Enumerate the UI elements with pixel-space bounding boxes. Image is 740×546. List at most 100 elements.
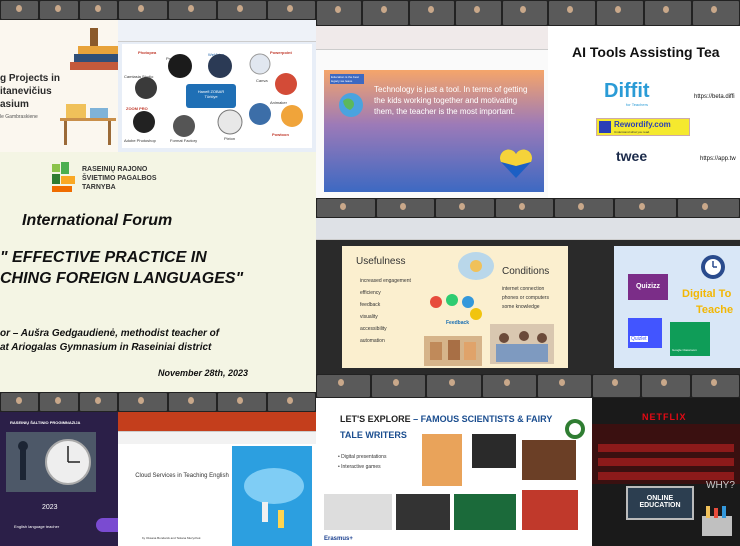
participant-thumb: [372, 375, 426, 397]
participant-strip: [316, 198, 614, 218]
purple-button: [96, 518, 118, 532]
saltinis-year: 2023: [42, 504, 58, 511]
netflix-logo: NETFLIX: [642, 412, 687, 422]
feedback-label: Feedback: [446, 320, 470, 326]
participant-thumb: [218, 1, 266, 19]
browser-toolbar: [614, 218, 740, 240]
explore-title-1: LET'S EXPLORE – FAMOUS SCIENTISTS & FAIR…: [340, 414, 552, 424]
tile-tools-collage: Photopea Prezi WeVideo Powerpoint Camtas…: [118, 0, 316, 152]
rewordify-icon: [599, 121, 611, 133]
forum-logo-line2: ŠVIETIMO PAGALBOS: [82, 175, 157, 182]
project-title-2: itanevičius: [0, 86, 52, 97]
participant-strip: [0, 0, 118, 20]
participant-thumb: [615, 199, 676, 217]
project-title-1: g Projects in: [0, 73, 61, 84]
conditions-heading: Conditions: [502, 266, 550, 277]
participant-strip: [118, 0, 316, 20]
forum-title-2: CHING FOREIGN LANGUAGES": [0, 270, 244, 287]
sign-line2: EDUCATION: [639, 502, 681, 509]
participant-thumb: [168, 393, 216, 411]
participant-strip: [0, 392, 118, 412]
participant-thumb: [502, 1, 548, 25]
why-text: WHY?: [706, 480, 735, 491]
desk-illustration: [60, 104, 116, 145]
participant-thumb: [495, 199, 554, 217]
saltinis-footer: English language teacher: [14, 524, 60, 529]
pencils-illustration: [702, 506, 732, 536]
clock-icon: [701, 255, 725, 279]
browser-toolbar: [316, 218, 614, 240]
project-title-3: asium: [0, 99, 29, 110]
books-illustration: [70, 28, 118, 70]
participant-thumb: [267, 393, 315, 411]
tool-icons: [133, 53, 303, 137]
participant-thumb: [678, 199, 739, 217]
tile-cloud-services: Cloud Services in Teaching English by Ok…: [118, 392, 316, 546]
participant-thumb: [40, 1, 78, 19]
tile-international-forum: RASEINIŲ RAJONO ŠVIETIMO PAGALBOS TARNYB…: [0, 152, 316, 392]
usefulness-item: automation: [360, 338, 385, 344]
participant-thumb: [79, 1, 117, 19]
participant-strip: [614, 198, 740, 218]
tile-saltinis: RASEINIŲ ŠALTINIO PROGIMNAZIJA 2023 Engl…: [0, 392, 118, 546]
participant-thumb: [317, 199, 375, 217]
heart-dove-icon: [500, 149, 532, 178]
forum-date: November 28th, 2023: [158, 368, 249, 378]
tile-digital-tools: Quizizz Digital To Teache Quizlet Google…: [614, 198, 740, 374]
participant-strip: [592, 374, 740, 398]
participant-thumb: [642, 375, 690, 397]
forum-logo-line3: TARNYBA: [82, 184, 116, 191]
cloud-slide: Cloud Services in Teaching English by Ok…: [118, 444, 316, 546]
tile-online-education: NETFLIX WHY? ONLINE EDUCATION: [592, 374, 740, 546]
rewordify-sub: Understand what you read.: [614, 130, 651, 134]
tile-technology-quote: Education is the best legacy we leave Te…: [316, 0, 548, 198]
sign-line1: ONLINE: [646, 495, 674, 502]
school-name: RASEINIŲ ŠALTINIO PROGIMNAZIJA: [10, 420, 81, 425]
digital-title: Digital To: [682, 288, 732, 300]
ppt-ribbon: [316, 26, 548, 50]
participant-thumb: [593, 375, 641, 397]
participant-thumb: [409, 1, 455, 25]
participant-thumb: [317, 375, 371, 397]
usefulness-item: increased engagement: [360, 278, 411, 284]
cloud-illustration: [232, 446, 312, 546]
diffit-sub: for Teachers: [626, 102, 648, 107]
classroom-label: Google Classroom: [672, 348, 697, 352]
forum-title-1: " EFFECTIVE PRACTICE IN: [0, 249, 207, 266]
participant-thumb: [79, 393, 117, 411]
participant-thumb: [168, 1, 216, 19]
quote-slide: Education is the best legacy we leave Te…: [324, 70, 544, 192]
forum-logo-icon: [52, 162, 75, 192]
diffit-logo: Diffit: [604, 80, 650, 102]
ai-title: AI Tools Assisting Tea: [572, 44, 720, 60]
participant-thumb: [645, 1, 691, 25]
clock-man-illustration: [6, 432, 96, 492]
twee-url[interactable]: https://app.tw: [700, 156, 736, 162]
globe-icon: [339, 93, 363, 117]
quizizz-logo: Quizizz: [628, 274, 668, 300]
participant-thumb: [537, 375, 592, 397]
participant-thumb: [549, 1, 595, 25]
slide-note: Education is the best legacy we leave: [330, 74, 364, 84]
participant-thumb: [376, 199, 435, 217]
hands-photo: [424, 336, 482, 366]
conditions-item: some knowledge: [502, 304, 540, 310]
erasmus-logo: Erasmus+: [324, 536, 353, 542]
usefulness-heading: Usefulness: [356, 256, 406, 267]
online-education-sign: ONLINE EDUCATION: [626, 486, 694, 520]
forum-logo-line1: RASEINIŲ RAJONO: [82, 166, 148, 173]
participant-thumb: [119, 1, 167, 19]
usefulness-item: efficiency: [360, 290, 381, 296]
participant-thumb: [555, 199, 613, 217]
cinema-seats: [592, 424, 740, 484]
students-photo: [490, 324, 554, 364]
usefulness-slide: Usefulness increased engagement efficien…: [342, 246, 568, 368]
forum-author-1: or – Aušra Gedgaudienė, methodist teache…: [0, 328, 220, 339]
tile-lets-explore: LET'S EXPLORE – FAMOUS SCIENTISTS & FAIR…: [316, 374, 592, 546]
diffit-url[interactable]: https://beta.diffi: [694, 94, 735, 100]
participant-thumb: [482, 375, 536, 397]
participant-thumb: [597, 1, 643, 25]
quizlet-label: Quizlet: [630, 336, 648, 342]
tile-usefulness: Usefulness increased engagement efficien…: [316, 198, 614, 374]
ppt-ribbon: [118, 20, 316, 42]
